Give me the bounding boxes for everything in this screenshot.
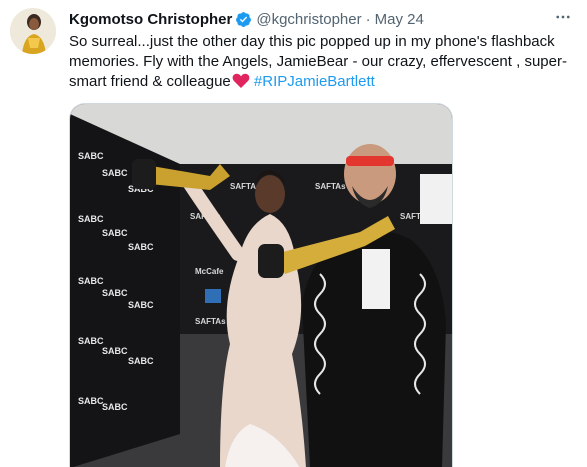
svg-text:SABC: SABC <box>78 214 104 224</box>
tweet-card[interactable]: Kgomotso Christopher @kgchristopher · Ma… <box>0 0 587 467</box>
tweet-text-line-end: smart friend & colleague <box>69 73 231 90</box>
svg-text:SABC: SABC <box>128 356 154 366</box>
tweet-date[interactable]: May 24 <box>375 11 424 28</box>
svg-text:SABC: SABC <box>78 276 104 286</box>
svg-text:McCafe: McCafe <box>195 267 224 276</box>
red-heart-emoji-icon <box>232 73 250 88</box>
svg-text:SABC: SABC <box>128 300 154 310</box>
author-handle[interactable]: @kgchristopher <box>256 11 361 28</box>
verified-badge-icon <box>235 11 252 28</box>
svg-text:SABC: SABC <box>78 336 104 346</box>
separator-dot: · <box>365 10 371 28</box>
svg-text:SABC: SABC <box>78 151 104 161</box>
tweet-text: So surreal...just the other day this pic… <box>69 32 579 92</box>
author-name[interactable]: Kgomotso Christopher <box>69 11 232 28</box>
tweet-header: Kgomotso Christopher @kgchristopher · Ma… <box>69 8 577 30</box>
tweet-text-line: memories. Fly with the Angels, JamieBear… <box>69 53 567 70</box>
svg-text:SABC: SABC <box>102 288 128 298</box>
tweet-text-line: So surreal...just the other day this pic… <box>69 33 555 50</box>
svg-text:SABC: SABC <box>128 242 154 252</box>
svg-text:SAFTAs: SAFTAs <box>195 317 226 326</box>
svg-text:SABC: SABC <box>78 396 104 406</box>
more-options-icon[interactable] <box>551 6 575 28</box>
svg-text:SAFTAs: SAFTAs <box>315 182 346 191</box>
svg-text:SABC: SABC <box>102 168 128 178</box>
tweet-photo[interactable]: SABC SABC SABC SABC SABC SABC SABC SABC SABC S… <box>69 103 453 467</box>
tweet-text-line: smart friend & colleague #RIPJamieBartle… <box>69 72 579 92</box>
svg-text:SABC: SABC <box>102 402 128 412</box>
svg-text:SABC: SABC <box>102 346 128 356</box>
author-avatar[interactable] <box>10 8 56 54</box>
svg-text:SABC: SABC <box>102 228 128 238</box>
hashtag-link[interactable]: #RIPJamieBartlett <box>254 73 375 90</box>
